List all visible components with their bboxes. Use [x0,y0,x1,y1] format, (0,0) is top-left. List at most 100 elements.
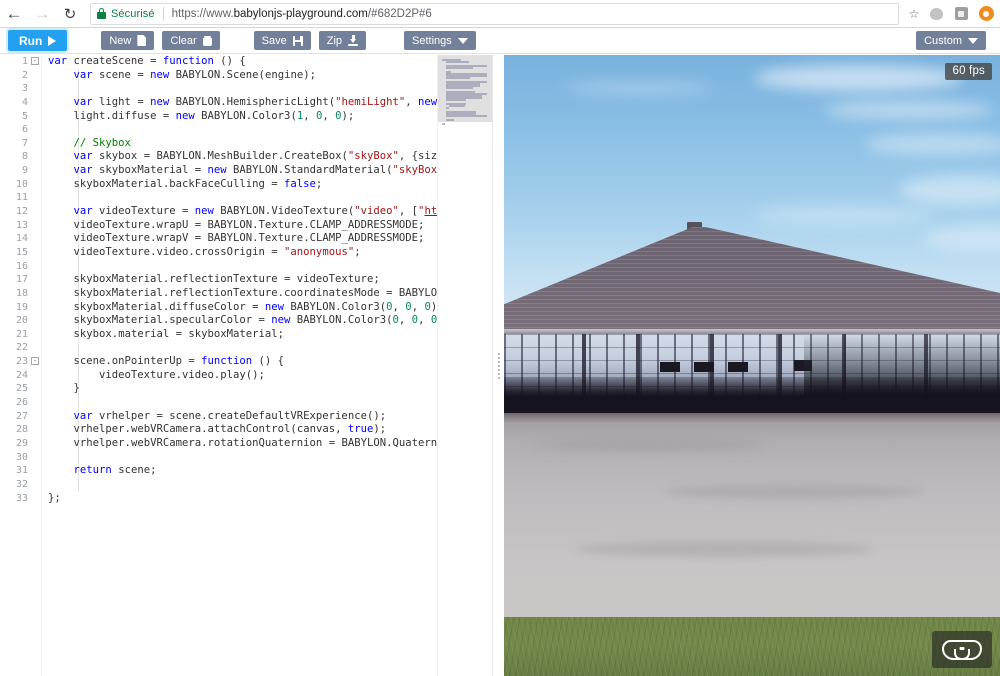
code-line[interactable]: 21 skybox.material = skyboxMaterial; [0,327,437,342]
code-lines-container[interactable]: 1- var createScene = function () {2 var s… [0,55,437,505]
code-line[interactable]: 4 var light = new BABYLON.HemisphericLig… [0,95,437,110]
fold-toggle-icon[interactable]: - [31,57,39,65]
vr-mode-button[interactable] [932,631,992,668]
indent-guide [78,259,79,274]
code-line[interactable]: 14 videoTexture.wrapV = BABYLON.Texture.… [0,232,437,246]
code-line[interactable]: 9 var skyboxMaterial = new BABYLON.Stand… [0,164,437,178]
code-line[interactable]: 23- scene.onPointerUp = function () { [0,355,437,369]
line-number: 22 [15,342,28,354]
fps-counter: 60 fps [945,63,992,80]
code-text: } [48,382,80,395]
code-line[interactable]: 31 return scene; [0,464,437,478]
trash-icon [202,35,212,46]
code-text: var skyboxMaterial = new BABYLON.Standar… [73,164,437,177]
line-number: 28 [15,424,28,436]
code-line[interactable]: 20 skyboxMaterial.specularColor = new BA… [0,314,437,328]
fold-toggle-icon[interactable]: - [31,357,39,366]
code-line[interactable]: 19 skyboxMaterial.diffuseColor = new BAB… [0,300,437,315]
code-line[interactable]: 30 [0,450,437,465]
url-path: /#682D2P#6 [367,7,432,20]
code-line[interactable]: 12 var videoTexture = new BABYLON.VideoT… [0,205,437,219]
code-line[interactable]: 1- var createScene = function () { [0,55,437,69]
code-line[interactable]: 5 light.diffuse = new BABYLON.Color3(1, … [0,109,437,124]
render-canvas[interactable]: 60 fps [504,55,1000,676]
minimap-line [445,99,467,101]
line-number: 15 [15,246,28,258]
minimap-line [445,119,454,121]
settings-button[interactable]: Settings [404,31,476,50]
minimap-line [449,105,466,107]
code-text: }; [48,491,61,504]
extension-icon-1[interactable] [925,3,947,25]
code-line[interactable]: 26 [0,396,437,410]
code-line[interactable]: 22 [0,341,437,356]
cloud [864,133,1000,155]
code-line[interactable]: 8 var skybox = BABYLON.MeshBuilder.Creat… [0,150,437,165]
code-line[interactable]: 7 // Skybox [0,136,437,151]
line-number: 16 [15,260,28,272]
code-line[interactable]: 29 vrhelper.webVRCamera.rotationQuaterni… [0,436,437,451]
address-bar[interactable]: Sécurisé https://www.babylonjs-playgroun… [90,2,899,25]
line-number: 31 [15,465,28,477]
ground-streak [534,439,764,451]
code-text: videoTexture.wrapV = BABYLON.Texture.CLA… [73,232,425,245]
code-line[interactable]: 13 videoTexture.wrapU = BABYLON.Texture.… [0,218,437,233]
code-line[interactable]: 24 videoTexture.video.play(); [0,368,437,383]
code-text: skyboxMaterial.backFaceCulling = false; [73,177,323,190]
ground-plane [504,413,1000,633]
pane-splitter[interactable] [492,55,504,676]
back-icon[interactable]: ← [0,0,28,28]
code-line[interactable]: 33}; [0,492,437,506]
star-icon[interactable]: ☆ [903,3,925,25]
code-line[interactable]: 17 skyboxMaterial.reflectionTexture = vi… [0,273,437,287]
code-line[interactable]: 6 [0,123,437,137]
code-line[interactable]: 11 [0,191,437,206]
line-number: 32 [15,478,28,490]
code-line[interactable]: 18 skyboxMaterial.reflectionTexture.coor… [0,286,437,301]
line-number: 13 [15,219,28,231]
code-text: skyboxMaterial.specularColor = new BABYL… [73,314,437,327]
code-line[interactable]: 15 videoTexture.video.crossOrigin = "ano… [0,245,437,260]
minimap-line [445,87,474,89]
code-text: scene.onPointerUp = function () { [73,355,285,368]
line-number: 5 [21,110,28,122]
line-number: 26 [15,397,28,409]
clear-button[interactable]: Clear [162,31,220,50]
secure-label: Sécurisé [111,7,155,20]
chevron-down-icon [968,37,978,44]
extension-icon-2[interactable] [950,3,972,25]
code-line[interactable]: 2 var scene = new BABYLON.Scene(engine); [0,68,437,83]
code-line[interactable]: 10 skyboxMaterial.backFaceCulling = fals… [0,177,437,192]
line-number: 8 [21,151,28,163]
run-button[interactable]: Run [8,30,68,51]
reload-icon[interactable]: ↻ [56,0,84,28]
code-text: var scene = new BABYLON.Scene(engine); [73,68,316,81]
indent-guide [78,341,79,356]
line-number: 2 [21,69,28,81]
splitter-grip[interactable] [498,352,500,379]
code-minimap[interactable] [437,55,492,676]
line-number: 4 [21,96,28,108]
structure-opening [694,362,714,372]
code-line[interactable]: 16 [0,259,437,274]
indent-guide [78,450,79,465]
line-number: 3 [21,83,28,95]
line-number: 7 [21,137,28,149]
save-button[interactable]: Save [253,31,311,50]
code-editor[interactable]: 1- var createScene = function () {2 var s… [0,55,437,676]
code-line[interactable]: 28 vrhelper.webVRCamera.attachControl(ca… [0,423,437,437]
line-number: 12 [15,206,28,218]
zip-button[interactable]: Zip [318,31,366,50]
code-line[interactable]: 27 var vrhelper = scene.createDefaultVRE… [0,409,437,424]
cloud [899,175,1000,205]
code-line[interactable]: 25 } [0,382,437,397]
minimap-line [442,123,445,125]
code-text: skyboxMaterial.reflectionTexture = video… [73,273,380,286]
indent-guide [78,396,79,410]
version-dropdown[interactable]: Custom [916,31,986,50]
profile-avatar-icon[interactable] [975,3,997,25]
cloud [754,65,964,91]
code-line[interactable]: 32 [0,477,437,492]
new-button[interactable]: New [101,31,155,50]
code-line[interactable]: 3 [0,82,437,96]
